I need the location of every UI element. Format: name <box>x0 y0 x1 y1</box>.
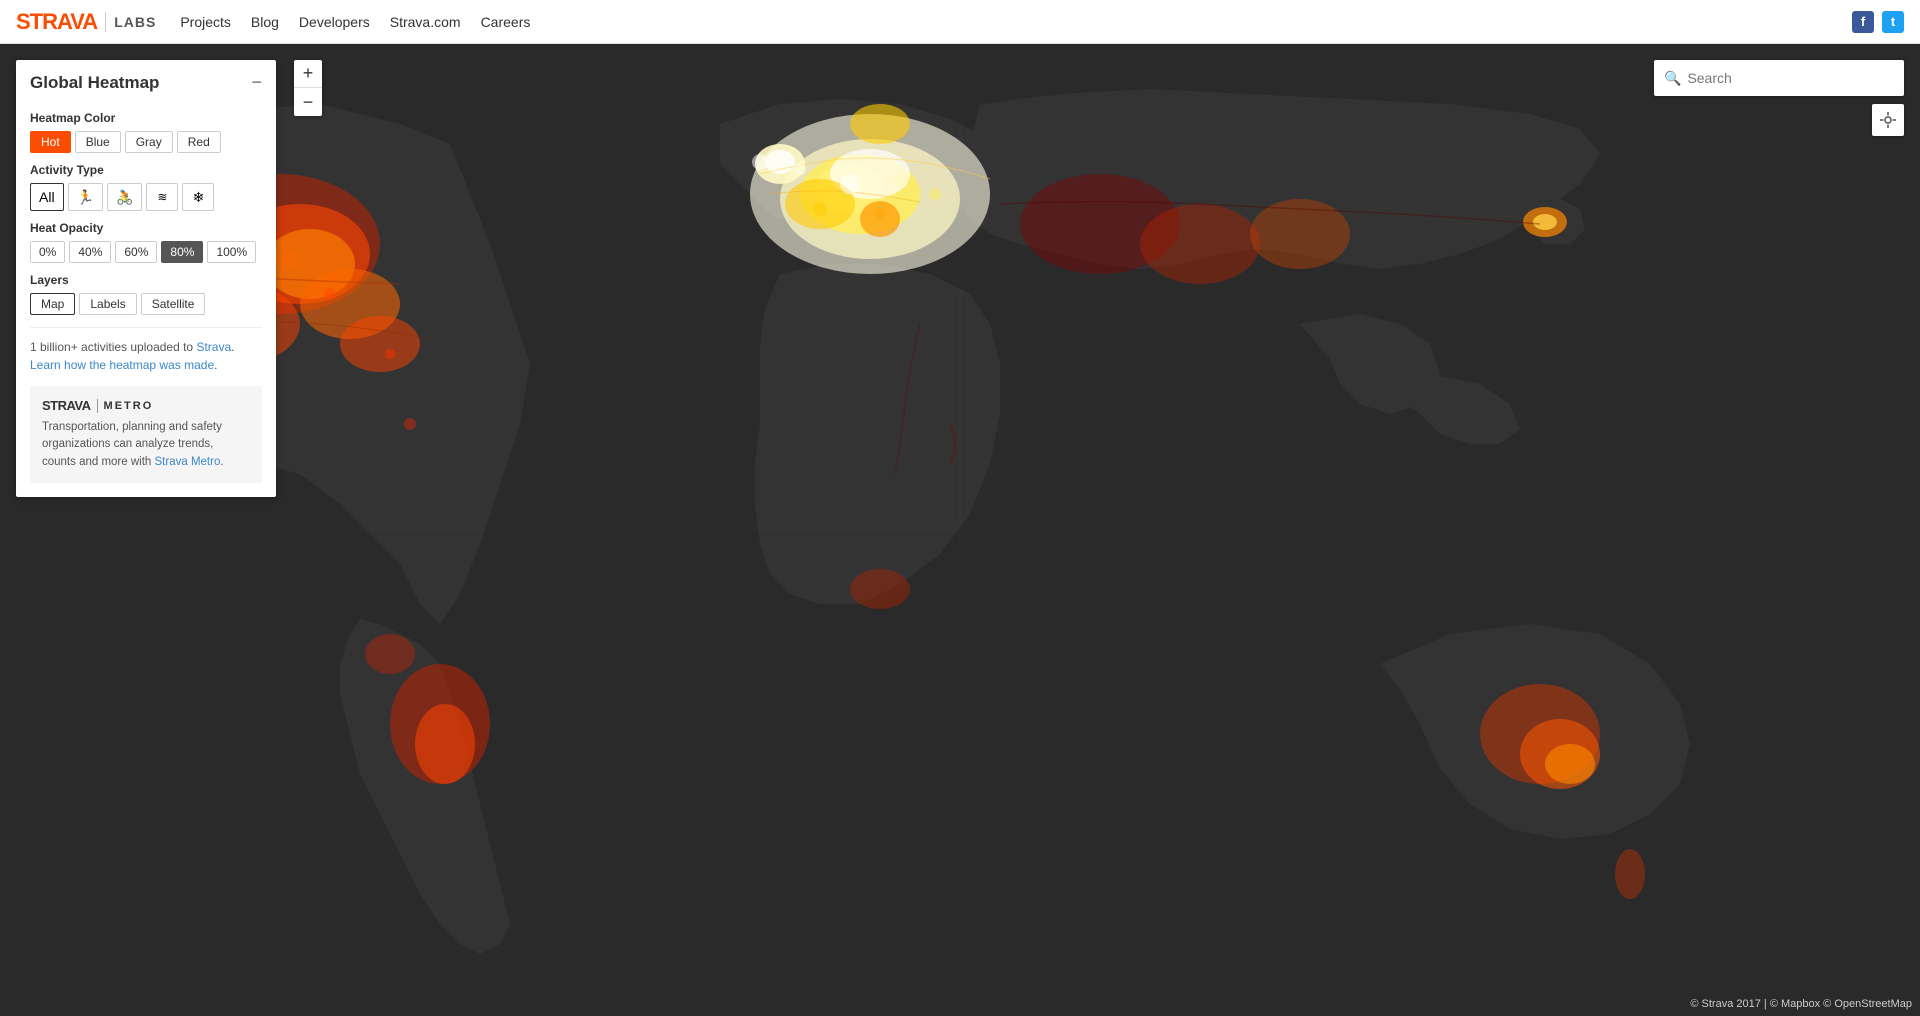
navbar: STRAVA LABS Projects Blog Developers Str… <box>0 0 1920 44</box>
metro-description: Transportation, planning and safety orga… <box>42 419 250 471</box>
learn-more-link[interactable]: Learn how the heatmap was made <box>30 358 214 372</box>
metro-strava-text: STRAVA <box>42 398 91 413</box>
brand-divider <box>105 12 106 32</box>
metro-logo-divider <box>97 399 98 413</box>
opacity-0-button[interactable]: 0% <box>30 241 65 263</box>
map-svg <box>0 44 1920 1016</box>
layers-group: Map Labels Satellite <box>30 293 262 315</box>
zoom-controls: + − <box>294 60 322 116</box>
strava-link[interactable]: Strava <box>196 340 231 354</box>
zoom-in-button[interactable]: + <box>294 60 322 88</box>
activity-ride-button[interactable]: 🚴 <box>107 183 142 211</box>
activity-run-button[interactable]: 🏃 <box>68 183 103 211</box>
metro-period: . <box>220 456 223 468</box>
color-hot-button[interactable]: Hot <box>30 131 71 153</box>
panel-collapse-button[interactable]: − <box>251 72 262 93</box>
activity-type-group: All 🏃 🚴 ≋ ❄ <box>30 183 262 211</box>
location-button[interactable] <box>1872 104 1904 136</box>
nav-blog[interactable]: Blog <box>251 14 279 30</box>
activity-all-button[interactable]: All <box>30 183 64 211</box>
metro-text: METRO <box>104 400 154 412</box>
activity-run-icon: 🏃 <box>77 189 94 206</box>
opacity-80-button[interactable]: 80% <box>161 241 203 263</box>
info-text-period: . <box>231 340 234 354</box>
metro-box: STRAVA METRO Transportation, planning an… <box>30 386 262 483</box>
nav-projects[interactable]: Projects <box>180 14 231 30</box>
panel-header: Global Heatmap − <box>16 60 276 101</box>
activity-water-button[interactable]: ≋ <box>146 183 178 211</box>
facebook-icon[interactable]: f <box>1852 11 1874 33</box>
color-blue-button[interactable]: Blue <box>75 131 121 153</box>
layer-labels-button[interactable]: Labels <box>79 293 136 315</box>
brand: STRAVA LABS <box>16 9 156 35</box>
map-container[interactable]: + − Global Heatmap − Heatmap Color Hot B… <box>0 44 1920 1016</box>
search-icon: 🔍 <box>1664 70 1681 87</box>
heat-opacity-label: Heat Opacity <box>30 221 262 235</box>
heatmap-color-label: Heatmap Color <box>30 111 262 125</box>
panel-title: Global Heatmap <box>30 73 159 93</box>
activity-winter-icon: ❄ <box>193 189 205 206</box>
social-icons: f t <box>1852 11 1904 33</box>
nav-strava[interactable]: Strava.com <box>390 14 461 30</box>
search-input[interactable] <box>1687 70 1894 86</box>
opacity-100-button[interactable]: 100% <box>207 241 256 263</box>
color-gray-button[interactable]: Gray <box>125 131 173 153</box>
copyright-text: © Strava 2017 | © Mapbox © OpenStreetMap <box>1690 998 1912 1010</box>
activity-water-icon: ≋ <box>157 190 167 204</box>
learn-period: . <box>214 358 217 372</box>
activity-ride-icon: 🚴 <box>116 189 133 206</box>
activity-type-label: Activity Type <box>30 163 262 177</box>
color-red-button[interactable]: Red <box>177 131 221 153</box>
nav-developers[interactable]: Developers <box>299 14 370 30</box>
activity-all-icon: All <box>39 189 55 205</box>
metro-logo: STRAVA METRO <box>42 398 250 413</box>
info-text-before: 1 billion+ activities uploaded to <box>30 340 196 354</box>
panel-body: Heatmap Color Hot Blue Gray Red Activity… <box>16 111 276 497</box>
strava-logo-text: STRAVA <box>16 9 97 35</box>
control-panel: Global Heatmap − Heatmap Color Hot Blue … <box>16 60 276 497</box>
main-nav: Projects Blog Developers Strava.com Care… <box>180 14 530 30</box>
strava-metro-link[interactable]: Strava Metro <box>155 456 221 468</box>
search-box: 🔍 <box>1654 60 1904 96</box>
nav-careers[interactable]: Careers <box>481 14 531 30</box>
labs-text: LABS <box>114 14 156 30</box>
opacity-60-button[interactable]: 60% <box>115 241 157 263</box>
activity-winter-button[interactable]: ❄ <box>182 183 214 211</box>
layers-label: Layers <box>30 273 262 287</box>
layer-satellite-button[interactable]: Satellite <box>141 293 206 315</box>
heatmap-color-group: Hot Blue Gray Red <box>30 131 262 153</box>
layer-map-button[interactable]: Map <box>30 293 75 315</box>
twitter-icon[interactable]: t <box>1882 11 1904 33</box>
heat-opacity-group: 0% 40% 60% 80% 100% <box>30 241 262 263</box>
info-text: 1 billion+ activities uploaded to Strava… <box>30 327 262 374</box>
zoom-out-button[interactable]: − <box>294 88 322 116</box>
opacity-40-button[interactable]: 40% <box>69 241 111 263</box>
